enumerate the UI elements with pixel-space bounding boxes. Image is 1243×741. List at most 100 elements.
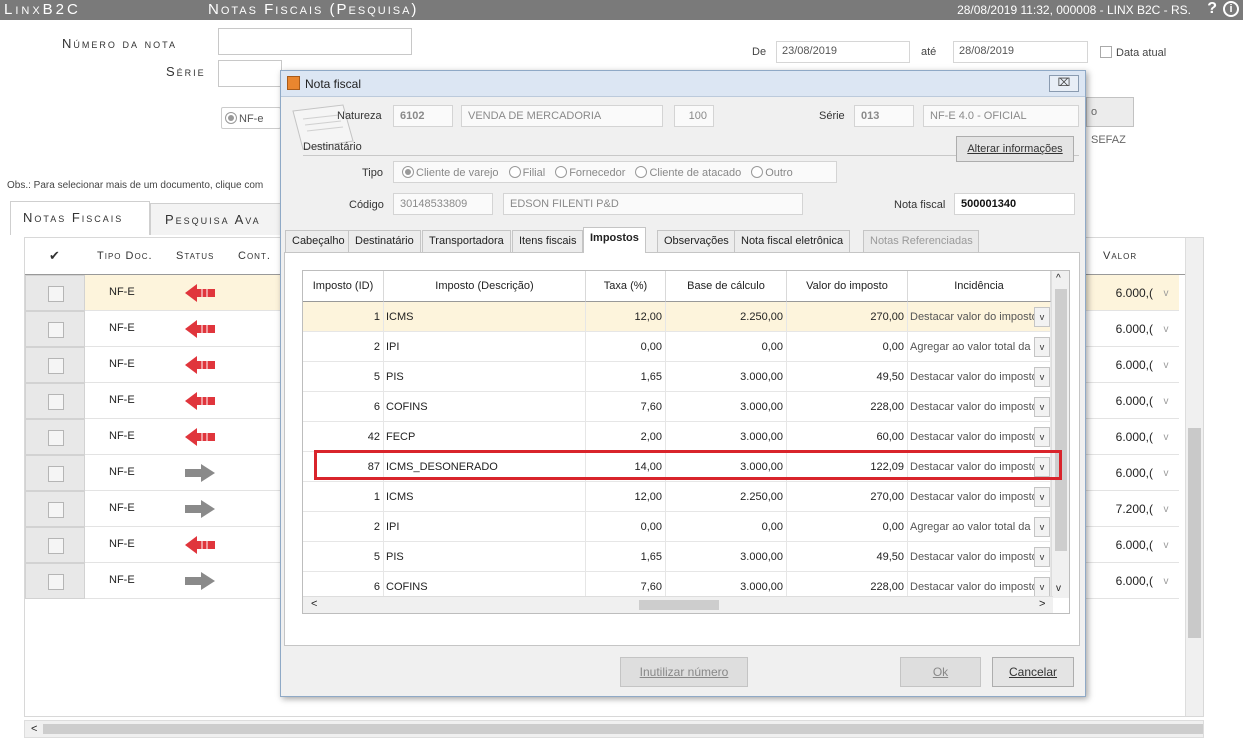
row-checkbox[interactable]	[48, 322, 64, 338]
col-valor-imposto[interactable]: Valor do imposto	[787, 271, 908, 302]
row-checkbox[interactable]	[48, 430, 64, 446]
chevron-down-icon[interactable]: v	[1157, 465, 1175, 483]
table-row[interactable]: 5 PIS 1,65 3.000,00 49,50 Destacar valor do i…	[303, 362, 1051, 392]
row-checkbox[interactable]	[48, 358, 64, 374]
chevron-down-icon[interactable]: v	[1034, 337, 1050, 357]
natureza-number[interactable]: 100	[674, 105, 714, 127]
grid-hscroll-thumb[interactable]	[43, 724, 1203, 734]
codigo-value[interactable]: 30148533809	[393, 193, 493, 215]
table-row[interactable]: 87 ICMS_DESONERADO 14,00 3.000,00 122,09 Dest…	[303, 452, 1051, 482]
row-checkbox[interactable]	[48, 286, 64, 302]
alterar-informacoes-button[interactable]: Alterar informações	[956, 136, 1074, 162]
cliente-nome[interactable]: EDSON FILENTI P&D	[503, 193, 803, 215]
chevron-down-icon[interactable]: v	[1034, 547, 1050, 567]
row-select-cell[interactable]	[25, 455, 85, 491]
info-icon[interactable]: i	[1223, 1, 1239, 17]
chevron-down-icon[interactable]: v	[1157, 573, 1175, 591]
tab-itens-fiscais[interactable]: Itens fiscais	[512, 230, 584, 252]
col-cont[interactable]: Cont.	[238, 238, 271, 274]
data-atual-checkbox[interactable]	[1100, 46, 1112, 58]
cancelar-button[interactable]: Cancelar	[992, 657, 1074, 687]
table-row[interactable]: NF-E	[25, 455, 283, 491]
help-icon[interactable]: ?	[1207, 0, 1217, 18]
row-select-cell[interactable]	[25, 527, 85, 563]
col-imposto-id[interactable]: Imposto (ID)	[303, 271, 384, 302]
chevron-down-icon[interactable]: v	[1034, 397, 1050, 417]
tipo-radio-group[interactable]: Cliente de varejo Filial Fornecedor Cliente…	[393, 161, 837, 183]
impostos-hscroll-thumb[interactable]	[639, 600, 719, 610]
scroll-left-icon[interactable]: <	[311, 598, 317, 610]
col-tipo-doc[interactable]: Tipo Doc.	[97, 238, 153, 274]
cell-inc[interactable]: Agregar ao valor total da v	[908, 332, 1051, 362]
col-valor[interactable]: Valor	[1103, 238, 1137, 274]
scroll-right-icon[interactable]: >	[1039, 598, 1045, 610]
row-select-cell[interactable]	[25, 347, 85, 383]
chevron-down-icon[interactable]: v	[1034, 487, 1050, 507]
cell-inc[interactable]: Destacar valor do imposto v	[908, 302, 1051, 332]
table-row[interactable]: NF-E	[25, 527, 283, 563]
chevron-down-icon[interactable]: v	[1157, 285, 1175, 303]
scroll-down-icon[interactable]: v	[1056, 583, 1061, 594]
natureza-description[interactable]: VENDA DE MERCADORIA	[461, 105, 663, 127]
tipo-radio-atacado[interactable]	[635, 166, 648, 178]
serie-description[interactable]: NF-E 4.0 - OFICIAL	[923, 105, 1079, 127]
scroll-left-icon[interactable]: <	[31, 723, 37, 735]
col-base-calculo[interactable]: Base de cálculo	[666, 271, 787, 302]
natureza-code[interactable]: 6102	[393, 105, 453, 127]
tipo-radio-filial[interactable]	[508, 166, 521, 178]
tab-observacoes[interactable]: Observações	[657, 230, 736, 252]
ok-button[interactable]: Ok	[900, 657, 981, 687]
chevron-down-icon[interactable]: v	[1157, 501, 1175, 519]
tab-impostos[interactable]: Impostos	[583, 227, 646, 253]
tab-pesquisa-avancada[interactable]: Pesquisa Ava	[150, 203, 282, 235]
chevron-down-icon[interactable]: v	[1157, 393, 1175, 411]
grid-vscroll-thumb[interactable]	[1188, 428, 1201, 638]
row-select-cell[interactable]	[25, 563, 85, 599]
row-select-cell[interactable]	[25, 275, 85, 311]
chevron-down-icon[interactable]: v	[1034, 457, 1050, 477]
row-select-cell[interactable]	[25, 383, 85, 419]
select-all-header[interactable]: ✔	[49, 238, 61, 274]
col-status[interactable]: Status	[176, 238, 214, 274]
chevron-down-icon[interactable]: v	[1157, 357, 1175, 375]
serie-code[interactable]: 013	[854, 105, 914, 127]
serie-input[interactable]	[218, 60, 282, 87]
impostos-vertical-scrollbar[interactable]: ^ v	[1051, 271, 1069, 598]
impostos-vscroll-thumb[interactable]	[1055, 289, 1067, 551]
tab-cabecalho[interactable]: Cabeçalho	[285, 230, 352, 252]
tab-destinatario[interactable]: Destinatário	[348, 230, 421, 252]
chevron-down-icon[interactable]: v	[1157, 537, 1175, 555]
date-from-input[interactable]: 23/08/2019	[776, 41, 910, 63]
cell-inc[interactable]: Destacar valor do imposto v	[908, 392, 1051, 422]
col-taxa[interactable]: Taxa (%)	[586, 271, 666, 302]
close-button[interactable]: ⌧	[1049, 75, 1079, 92]
chevron-down-icon[interactable]: v	[1034, 577, 1050, 597]
scroll-up-icon[interactable]: ^	[1056, 273, 1061, 284]
cell-inc[interactable]: Agregar ao valor total da v	[908, 512, 1051, 542]
nfe-radio[interactable]	[225, 112, 237, 124]
table-row[interactable]: 2 IPI 0,00 0,00 0,00 Agregar ao valor total d…	[303, 512, 1051, 542]
tab-notas-fiscais[interactable]: Notas Fiscais	[10, 201, 150, 235]
table-row[interactable]: 1 ICMS 12,00 2.250,00 270,00 Destacar valor d…	[303, 482, 1051, 512]
tipo-radio-fornecedor[interactable]	[555, 166, 568, 178]
grid-vertical-scrollbar[interactable]	[1185, 238, 1203, 716]
chevron-down-icon[interactable]: v	[1034, 517, 1050, 537]
chevron-down-icon[interactable]: v	[1157, 429, 1175, 447]
inutilizar-numero-button[interactable]: Inutilizar número	[620, 657, 748, 687]
table-row[interactable]: NF-E	[25, 275, 283, 311]
date-to-input[interactable]: 28/08/2019	[953, 41, 1088, 63]
row-select-cell[interactable]	[25, 311, 85, 347]
tab-nota-fiscal-eletronica[interactable]: Nota fiscal eletrônica	[734, 230, 851, 252]
row-checkbox[interactable]	[48, 502, 64, 518]
table-row[interactable]: 5 PIS 1,65 3.000,00 49,50 Destacar valor do i…	[303, 542, 1051, 572]
nfe-radio-group[interactable]: NF-e	[221, 107, 281, 129]
row-select-cell[interactable]	[25, 491, 85, 527]
cell-inc[interactable]: Destacar valor do imposto v	[908, 482, 1051, 512]
chevron-down-icon[interactable]: v	[1034, 427, 1050, 447]
cell-inc[interactable]: Destacar valor do imposto v	[908, 362, 1051, 392]
table-row[interactable]: NF-E	[25, 419, 283, 455]
table-row[interactable]: 6 COFINS 7,60 3.000,00 228,00 Destacar valor …	[303, 392, 1051, 422]
table-row[interactable]: NF-E	[25, 347, 283, 383]
row-checkbox[interactable]	[48, 538, 64, 554]
col-incidencia[interactable]: Incidência	[908, 271, 1051, 302]
